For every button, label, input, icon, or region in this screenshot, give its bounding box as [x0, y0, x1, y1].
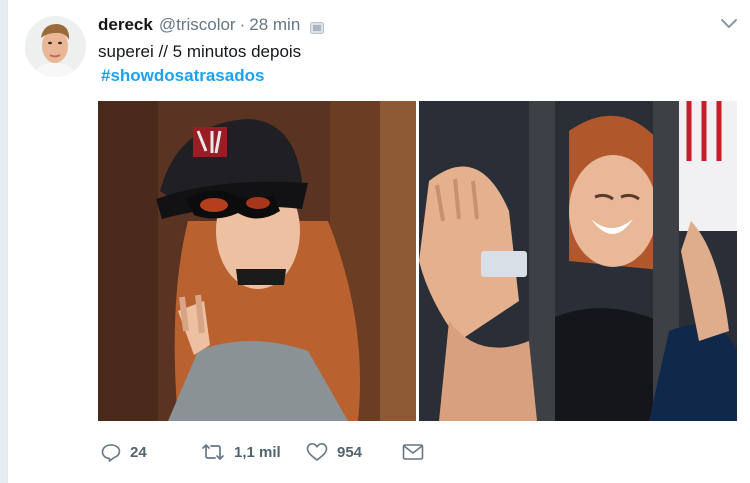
retweet-count: 1,1 mil: [234, 443, 281, 461]
reply-icon: [101, 443, 121, 462]
direct-message-button[interactable]: [402, 443, 424, 461]
like-icon: [306, 442, 328, 462]
tweet-card[interactable]: dereck @triscolor · 28 min superei // 5 …: [7, 0, 750, 483]
direct-message-icon: [402, 443, 424, 461]
like-count: 954: [337, 443, 363, 461]
verified-badge-icon: [310, 19, 325, 34]
like-button[interactable]: 954: [306, 442, 402, 462]
retweet-icon: [201, 443, 225, 461]
separator-dot: ·: [239, 15, 246, 34]
tweet-text: superei // 5 minutos depois: [98, 42, 302, 61]
tweet-header: dereck @triscolor · 28 min: [98, 15, 325, 35]
hashtag-link[interactable]: #showdosatrasados: [101, 66, 264, 86]
timestamp[interactable]: 28 min: [249, 15, 300, 35]
chevron-down-icon[interactable]: [720, 17, 738, 31]
media-grid: [98, 101, 738, 421]
action-bar: 24 1,1 mil 954: [101, 442, 424, 462]
photo-right[interactable]: [419, 101, 737, 421]
author-name[interactable]: dereck: [98, 15, 153, 35]
reply-button[interactable]: 24: [101, 443, 201, 462]
retweet-button[interactable]: 1,1 mil: [201, 443, 306, 461]
avatar[interactable]: [25, 16, 86, 77]
author-handle[interactable]: @triscolor: [159, 15, 236, 35]
photo-left[interactable]: [98, 101, 416, 421]
reply-count: 24: [130, 443, 147, 461]
